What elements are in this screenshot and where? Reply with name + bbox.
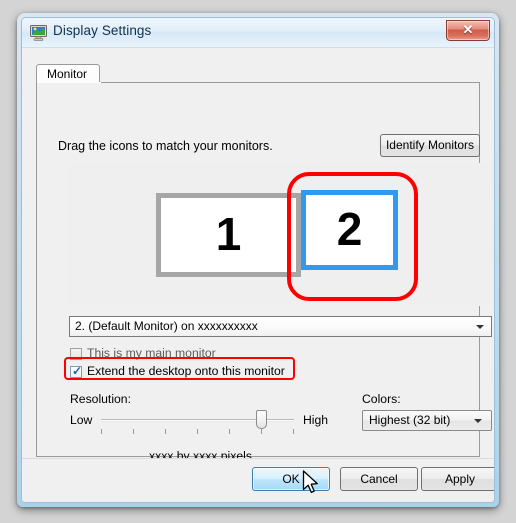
display-settings-window: Display Settings ✕ Monitor Drag the icon… bbox=[17, 13, 499, 507]
main-monitor-label: This is my main monitor bbox=[87, 346, 216, 360]
display-monitor-icon bbox=[30, 25, 47, 41]
window-inner: Display Settings ✕ Monitor Drag the icon… bbox=[21, 17, 495, 503]
monitor-icon-1[interactable]: 1 bbox=[156, 193, 301, 277]
main-monitor-checkbox[interactable] bbox=[70, 348, 82, 360]
checkmark-icon: ✓ bbox=[72, 364, 83, 378]
extend-desktop-checkbox[interactable]: ✓ bbox=[70, 364, 83, 378]
ok-button[interactable]: OK bbox=[252, 467, 330, 491]
tab-monitor[interactable]: Monitor bbox=[36, 64, 101, 83]
slider-tick bbox=[165, 429, 166, 434]
chevron-down-icon bbox=[474, 419, 482, 423]
close-icon: ✕ bbox=[462, 22, 474, 37]
tab-strip: Monitor bbox=[36, 64, 480, 83]
close-button[interactable]: ✕ bbox=[446, 20, 490, 41]
slider-tick bbox=[133, 429, 134, 434]
identify-monitors-button[interactable]: Identify Monitors bbox=[380, 134, 480, 157]
resolution-low-label: Low bbox=[70, 413, 93, 427]
colors-select-value: Highest (32 bit) bbox=[369, 413, 451, 427]
instruction-text: Drag the icons to match your monitors. bbox=[58, 139, 273, 153]
dialog-footer: OK Cancel Apply bbox=[22, 458, 494, 502]
slider-tick bbox=[293, 429, 294, 434]
colors-label: Colors: bbox=[362, 392, 401, 406]
extend-desktop-label: Extend the desktop onto this monitor bbox=[87, 364, 285, 378]
tab-seam-mask bbox=[37, 82, 101, 83]
resolution-high-label: High bbox=[303, 413, 329, 427]
colors-select-dropdown[interactable]: Highest (32 bit) bbox=[362, 410, 492, 431]
monitor-icon-2[interactable]: 2 bbox=[301, 190, 398, 270]
resolution-slider-ticks bbox=[101, 429, 294, 435]
dialog-body: Monitor Drag the icons to match your mon… bbox=[22, 48, 494, 502]
apply-button[interactable]: Apply bbox=[421, 467, 494, 491]
slider-tick bbox=[101, 429, 102, 434]
monitor-select-value: 2. (Default Monitor) on xxxxxxxxxx bbox=[75, 319, 258, 333]
slider-tick bbox=[229, 429, 230, 434]
monitor-select-dropdown[interactable]: 2. (Default Monitor) on xxxxxxxxxx bbox=[69, 316, 492, 337]
chevron-down-icon bbox=[476, 325, 484, 329]
window-title: Display Settings bbox=[53, 23, 152, 38]
resolution-slider-thumb[interactable] bbox=[256, 410, 267, 429]
slider-tick bbox=[197, 429, 198, 434]
monitor-arrangement-preview[interactable]: 1 2 bbox=[68, 163, 494, 306]
cancel-button[interactable]: Cancel bbox=[340, 467, 418, 491]
slider-tick bbox=[261, 429, 262, 434]
resolution-label: Resolution: bbox=[70, 392, 131, 406]
title-bar: Display Settings ✕ bbox=[22, 18, 494, 48]
